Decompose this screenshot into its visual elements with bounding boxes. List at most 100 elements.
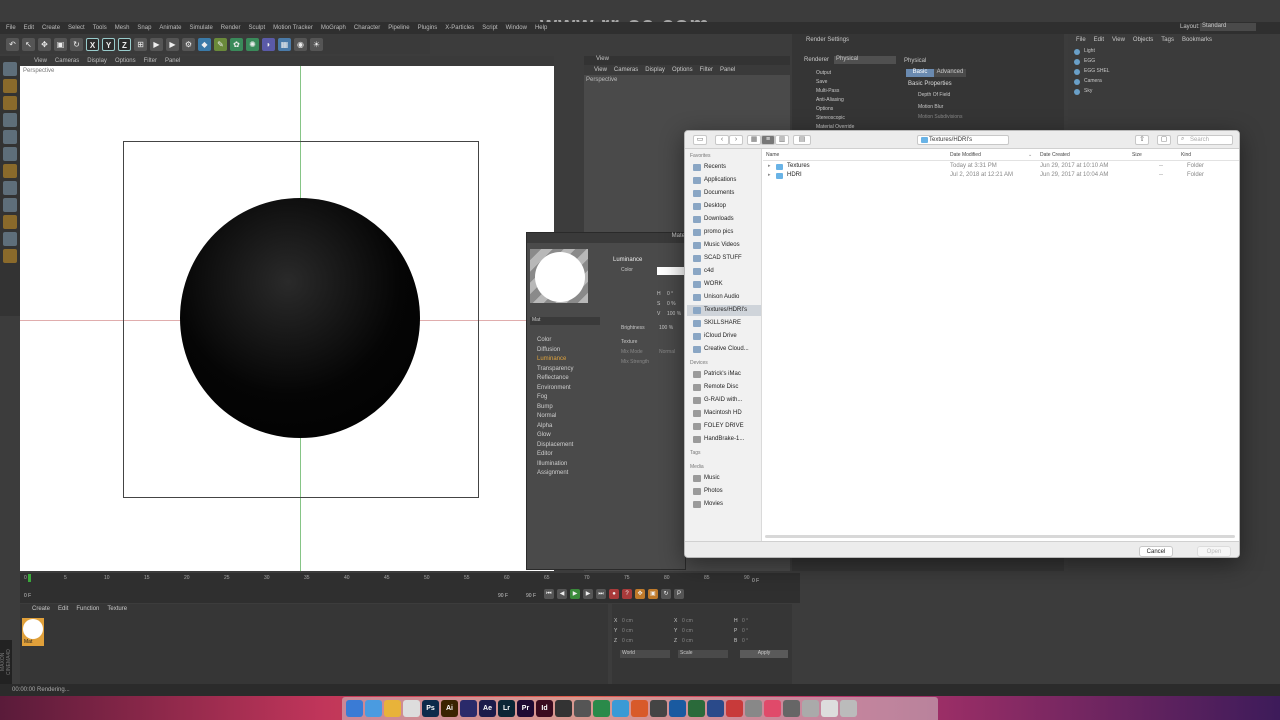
channel-glow[interactable]: Glow [537, 432, 551, 438]
rs-item-output[interactable]: Output [816, 70, 831, 76]
disclosure-triangle-icon[interactable]: ▸ [768, 172, 771, 178]
channel-assignment[interactable]: Assignment [537, 470, 568, 476]
start-frame[interactable]: 0 F [24, 593, 31, 599]
floor-icon[interactable]: ▦ [278, 37, 291, 51]
dock-app-icon[interactable] [612, 700, 629, 717]
end-frame[interactable]: 90 F [498, 593, 508, 599]
snap-icon[interactable] [3, 198, 17, 212]
menu-plugins[interactable]: Plugins [418, 25, 438, 31]
light-icon[interactable]: ☀ [310, 37, 323, 51]
end-frame-2[interactable]: 90 F [526, 593, 536, 599]
x-axis-button[interactable]: X [86, 37, 99, 51]
perspective-viewport[interactable]: Perspective [20, 66, 554, 571]
sidebar-item-music-videos[interactable]: Music Videos [693, 240, 761, 251]
dock-app-icon[interactable]: Ae [479, 700, 496, 717]
size-value[interactable]: 0 cm [682, 618, 693, 624]
col-kind[interactable]: Kind [1181, 152, 1191, 158]
move-icon[interactable]: ✥ [38, 37, 51, 51]
channel-normal[interactable]: Normal [537, 413, 556, 419]
col-size[interactable]: Size [1132, 152, 1142, 158]
open-button[interactable]: Open [1197, 546, 1231, 557]
workplane-icon[interactable] [3, 215, 17, 229]
search-input[interactable]: Search [1177, 135, 1233, 145]
om-menu-bookmarks[interactable]: Bookmarks [1182, 37, 1212, 43]
menu-window[interactable]: Window [506, 25, 527, 31]
dock-app-icon[interactable]: Lr [498, 700, 515, 717]
tweak-mode-icon[interactable] [3, 181, 17, 195]
array-icon[interactable]: ✺ [246, 37, 259, 51]
rs-item-anti-aliasing[interactable]: Anti-Aliasing [816, 97, 844, 103]
render-picture-icon[interactable]: ▶ [166, 37, 179, 51]
dock-app-icon[interactable] [384, 700, 401, 717]
sidebar-device-handbrake-1[interactable]: HandBrake-1... [693, 434, 761, 445]
mm-menu-edit[interactable]: Edit [58, 606, 68, 612]
channel-luminance[interactable]: Luminance [537, 356, 566, 362]
sidebar-media-movies[interactable]: Movies [693, 499, 761, 510]
coord-value[interactable]: 0 cm [622, 638, 633, 644]
sidebar-media-music[interactable]: Music [693, 473, 761, 484]
col-date-created[interactable]: Date Created [1040, 152, 1070, 158]
dock-app-icon[interactable] [783, 700, 800, 717]
record-icon[interactable]: ● [609, 589, 619, 599]
object-row[interactable]: EGG SHEL [1072, 68, 1262, 77]
viewport-menu-panel[interactable]: Panel [165, 58, 180, 64]
rs-item-save[interactable]: Save [816, 79, 827, 85]
sidebar-device-patrick-s-imac[interactable]: Patrick's iMac [693, 369, 761, 380]
rs-item-multi-pass[interactable]: Multi-Pass [816, 88, 839, 94]
om-menu-objects[interactable]: Objects [1133, 37, 1153, 43]
material-editor-title[interactable]: Mate [527, 233, 687, 243]
viewport-menu-options[interactable]: Options [115, 58, 136, 64]
mm-menu-create[interactable]: Create [32, 606, 50, 612]
forward-icon[interactable]: › [729, 135, 743, 145]
subdivision-icon[interactable]: ✿ [230, 37, 243, 51]
hsv-value[interactable]: 0 % [667, 301, 676, 307]
menu-pipeline[interactable]: Pipeline [388, 25, 409, 31]
om-menu-tags[interactable]: Tags [1161, 37, 1174, 43]
channel-reflectance[interactable]: Reflectance [537, 375, 569, 381]
renderer-select[interactable]: Physical [834, 56, 896, 64]
rs-item-options[interactable]: Options [816, 106, 833, 112]
file-row[interactable]: ▸ HDRI Jul 2, 2018 at 12:21 AM Jun 29, 2017… [763, 172, 1239, 181]
timeline-ruler[interactable]: 0 5 10 15 20 25 30 35 40 45 50 55 60 65 70 75 80 85 90 [24, 573, 750, 583]
sidebar-item-unison-audio[interactable]: Unison Audio [693, 292, 761, 303]
list-view-icon[interactable]: ≡ [761, 135, 775, 145]
dock-app-icon[interactable] [555, 700, 572, 717]
menu-snap[interactable]: Snap [137, 25, 151, 31]
go-end-icon[interactable]: ⏭ [596, 589, 606, 599]
col-date-modified[interactable]: Date Modified [950, 152, 981, 158]
tab-advanced[interactable]: Advanced [934, 69, 966, 77]
sidebar-device-foley-drive[interactable]: FOLEY DRIVE [693, 421, 761, 432]
sidebar-item-icloud-drive[interactable]: iCloud Drive [693, 331, 761, 342]
dock-app-icon[interactable] [688, 700, 705, 717]
dock-app-icon[interactable]: Ai [441, 700, 458, 717]
file-row[interactable]: ▸ Textures Today at 3:31 PM Jun 29, 2017 at… [763, 163, 1239, 172]
undo-icon[interactable]: ↶ [6, 37, 19, 51]
sidebar-toggle-icon[interactable]: ▭ [693, 135, 707, 145]
channel-diffusion[interactable]: Diffusion [537, 347, 560, 353]
render-view-icon[interactable]: ▶ [150, 37, 163, 51]
menu-mesh[interactable]: Mesh [115, 25, 130, 31]
apply-button[interactable]: Apply [740, 650, 788, 658]
view2-menu-view[interactable]: View [594, 67, 607, 73]
next-key-icon[interactable]: ▶ [583, 589, 593, 599]
menu-simulate[interactable]: Simulate [189, 25, 212, 31]
sidebar-item-downloads[interactable]: Downloads [693, 214, 761, 225]
coord-value[interactable]: 0 cm [622, 628, 633, 634]
back-icon[interactable]: ‹ [715, 135, 729, 145]
current-frame[interactable]: 0 F [752, 578, 759, 584]
texture-mode-icon[interactable] [3, 96, 17, 110]
channel-editor[interactable]: Editor [537, 451, 553, 457]
channel-environment[interactable]: Environment [537, 385, 571, 391]
sidebar-item-applications[interactable]: Applications [693, 175, 761, 186]
view2-menu-panel[interactable]: Panel [720, 67, 735, 73]
rotate-icon[interactable]: ↻ [70, 37, 83, 51]
sidebar-item-documents[interactable]: Documents [693, 188, 761, 199]
key-move-icon[interactable]: ✥ [635, 589, 645, 599]
view2-menu-cameras[interactable]: Cameras [614, 67, 638, 73]
viewport-menu-display[interactable]: Display [87, 58, 107, 64]
size-mode-select[interactable]: Scale [678, 650, 728, 658]
menu-mograph[interactable]: MoGraph [321, 25, 346, 31]
material-swatch[interactable]: Mat [22, 618, 44, 646]
menu-animate[interactable]: Animate [159, 25, 181, 31]
channel-transparency[interactable]: Transparency [537, 366, 573, 372]
